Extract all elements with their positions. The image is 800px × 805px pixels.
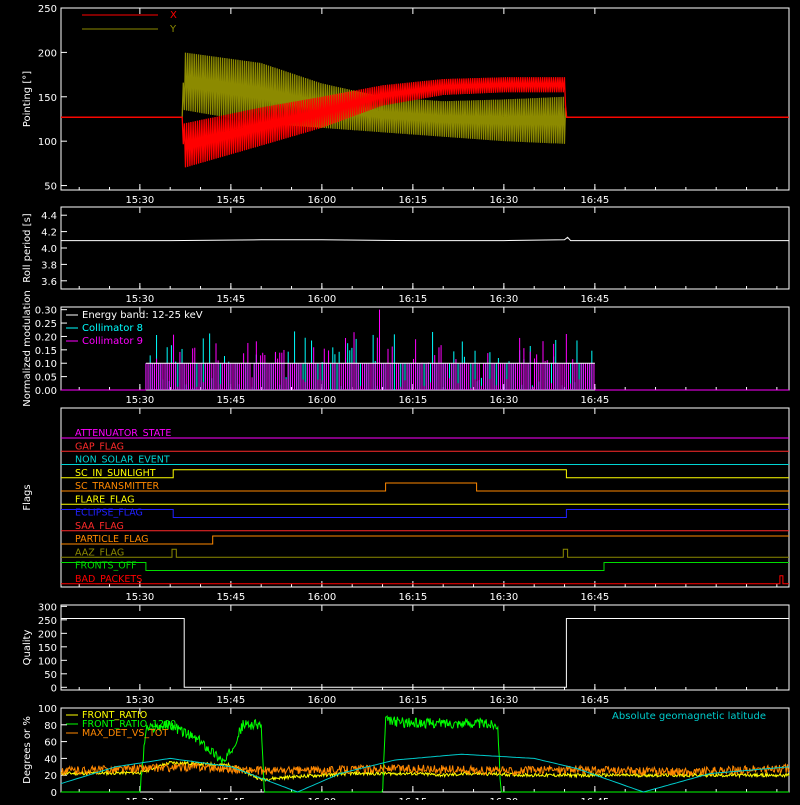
- modulation-ytick-label: 0.05: [35, 373, 57, 384]
- flags-xtick-label: 16:15: [398, 592, 427, 603]
- quality-ytick-label: 250: [38, 616, 57, 627]
- quality-xtick-label: 15:30: [125, 695, 154, 706]
- roll_period-ylabel: Roll period [s]: [22, 213, 33, 282]
- quality-ylabel: Quality: [22, 630, 33, 666]
- roll_period-xtick-label: 15:30: [125, 294, 154, 305]
- flag-label-flare-flag: FLARE_FLAG: [75, 494, 135, 505]
- flag-label-sc-transmitter: SC_TRANSMITTER: [75, 481, 160, 492]
- roll_period-xtick-label: 16:00: [307, 294, 336, 305]
- roll_period-ytick-label: 4.2: [41, 228, 57, 239]
- pointing-ytick-label: 100: [38, 137, 57, 148]
- modulation-xtick-label: 16:30: [489, 395, 518, 406]
- front_ratio-ytick-label: 100: [38, 704, 57, 715]
- modulation-annotation: Energy band: 12-25 keV: [82, 310, 203, 321]
- pointing-ytick-label: 250: [38, 4, 57, 15]
- flag-label-attenuator-state: ATTENUATOR_STATE: [75, 428, 171, 439]
- pointing-ytick-label: 150: [38, 93, 57, 104]
- quality-ytick-label: 50: [44, 670, 57, 681]
- quality-ytick-label: 300: [38, 602, 57, 613]
- flag-label-aaz-flag: AAZ_FLAG: [75, 547, 124, 558]
- front-ratio-geomag-label: Absolute geomagnetic latitude: [612, 711, 766, 722]
- modulation-ytick-label: 0.25: [35, 319, 57, 330]
- roll_period-xtick-label: 16:45: [580, 294, 609, 305]
- modulation-legend-label: Collimator 8: [82, 323, 143, 334]
- flag-label-fronts-off: FRONTS_OFF: [75, 561, 137, 572]
- modulation-legend-label: Collimator 9: [82, 336, 143, 347]
- quality-ytick-label: 200: [38, 629, 57, 640]
- modulation-xtick-label: 16:15: [398, 395, 427, 406]
- pointing-xtick-label: 15:30: [125, 195, 154, 206]
- front-ratio-legend-label: MAX_DET_VS_TOT: [82, 728, 168, 739]
- pointing-xtick-label: 16:00: [307, 195, 336, 206]
- quality-ytick-label: 150: [38, 643, 57, 654]
- flags-xtick-label: 15:30: [125, 592, 154, 603]
- pointing-legend-label-y: Y: [169, 24, 177, 35]
- quality-xtick-label: 16:00: [307, 695, 336, 706]
- quality-xtick-label: 15:45: [216, 695, 245, 706]
- roll_period-ytick-label: 4.0: [41, 244, 57, 255]
- quality-xtick-label: 16:15: [398, 695, 427, 706]
- quality-ytick-label: 0: [51, 683, 57, 694]
- flags-xtick-label: 15:45: [216, 592, 245, 603]
- roll_period-ytick-label: 3.6: [41, 277, 57, 288]
- pointing-xtick-label: 16:30: [489, 195, 518, 206]
- front_ratio-ytick-label: 80: [44, 721, 57, 732]
- modulation-xtick-label: 15:30: [125, 395, 154, 406]
- flags-xtick-label: 16:00: [307, 592, 336, 603]
- pointing-xtick-label: 15:45: [216, 195, 245, 206]
- quality-ytick-label: 100: [38, 656, 57, 667]
- quality-xtick-label: 16:45: [580, 695, 609, 706]
- roll_period-xtick-label: 16:15: [398, 294, 427, 305]
- modulation-ytick-label: 0.20: [35, 332, 57, 343]
- flag-label-non-solar-event: NON_SOLAR_EVENT: [75, 455, 170, 466]
- front_ratio-ylabel: Degrees or %: [22, 716, 33, 784]
- pointing-xtick-label: 16:45: [580, 195, 609, 206]
- modulation-ylabel: Normalized modulation: [22, 290, 33, 407]
- roll_period-ytick-label: 3.8: [41, 260, 57, 271]
- front_ratio-ytick-label: 60: [44, 738, 57, 749]
- flag-label-bad-packets: BAD_PACKETS: [75, 574, 142, 585]
- pointing-ytick-label: 200: [38, 48, 57, 59]
- rhessi-quicklook-figure: 15:30 15:45 16:00 16:15 16:30 16:45 250 200 150 1…: [0, 0, 800, 805]
- front_ratio-ytick-label: 20: [44, 771, 57, 782]
- flag-label-eclipse-flag: ECLIPSE_FLAG: [75, 508, 143, 519]
- quality-xtick-label: 16:30: [489, 695, 518, 706]
- roll_period-ytick-label: 4.4: [41, 211, 57, 222]
- flag-label-saa-flag: SAA_FLAG: [75, 521, 124, 532]
- figure-svg: 15:30 15:45 16:00 16:15 16:30 16:452502001501…: [0, 0, 800, 805]
- modulation-ytick-label: 0.30: [35, 306, 57, 317]
- roll_period-xtick-label: 15:45: [216, 294, 245, 305]
- roll_period-xtick-label: 16:30: [489, 294, 518, 305]
- flag-label-particle-flag: PARTICLE_FLAG: [75, 534, 148, 545]
- flags-xtick-label: 16:30: [489, 592, 518, 603]
- pointing-xtick-label: 16:15: [398, 195, 427, 206]
- modulation-ytick-label: 0.10: [35, 359, 57, 370]
- pointing-ylabel: Pointing [°]: [22, 71, 33, 127]
- modulation-ytick-label: 0.15: [35, 346, 57, 357]
- flags-xtick-label: 16:45: [580, 592, 609, 603]
- flag-label-gap-flag: GAP_FLAG: [75, 441, 124, 452]
- flags-ylabel: Flags: [22, 484, 33, 510]
- modulation-ytick-label: 0.00: [35, 386, 57, 397]
- flag-label-sc-in-sunlight: SC_IN_SUNLIGHT: [75, 468, 156, 479]
- modulation-xtick-label: 16:45: [580, 395, 609, 406]
- modulation-xtick-label: 16:00: [307, 395, 336, 406]
- front_ratio-ytick-label: 0: [51, 788, 57, 799]
- modulation-xtick-label: 15:45: [216, 395, 245, 406]
- front_ratio-ytick-label: 40: [44, 754, 57, 765]
- pointing-legend-label-x: X: [170, 10, 177, 21]
- pointing-ytick-label: 50: [44, 182, 57, 193]
